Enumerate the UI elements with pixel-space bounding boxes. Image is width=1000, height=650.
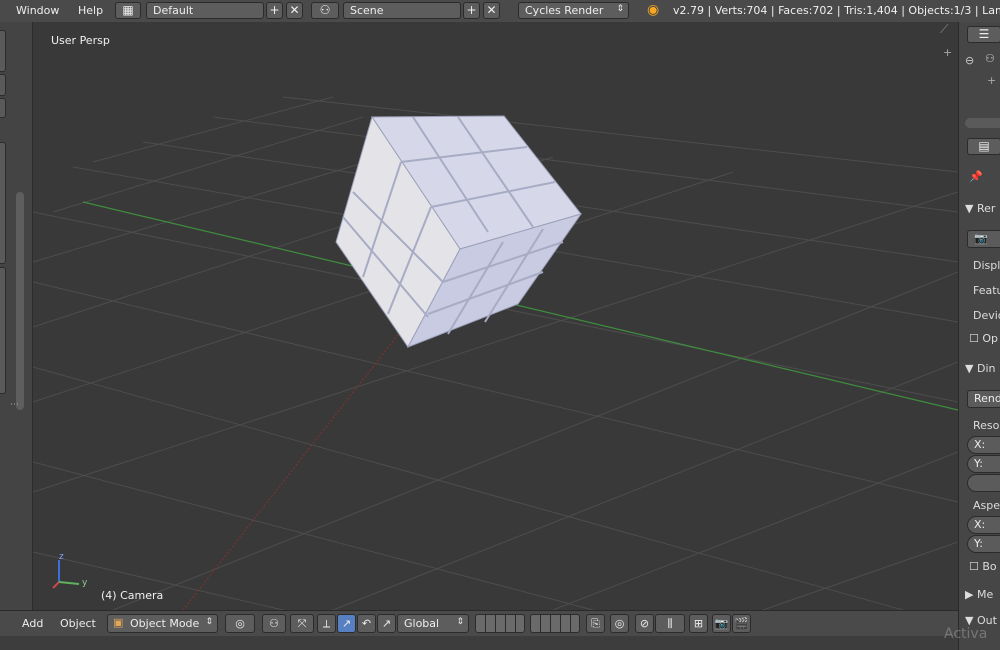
feature-set-label: Featu	[973, 284, 1000, 297]
area-split-corner-icon[interactable]: ⟋	[940, 22, 948, 37]
toggle-n-panel-icon[interactable]: +	[943, 46, 952, 59]
transform-orientation-select[interactable]: Global ⇕	[397, 614, 469, 633]
resolution-y-field[interactable]: Y:	[967, 455, 1000, 473]
cube-object[interactable]	[335, 115, 583, 348]
expand-icon[interactable]: +	[987, 74, 996, 87]
resolution-x-field[interactable]: X:	[967, 436, 1000, 454]
shelf-tab[interactable]	[0, 142, 6, 264]
scale-manipulator-icon[interactable]: ↶	[357, 614, 376, 633]
properties-panel: ☰ ⊖ ⚇ + ▤ 📌 ▼ Rer 📷 Displ Featu Devic ☐ …	[958, 22, 1000, 650]
snap-toggle-icon[interactable]: ⊘	[635, 614, 654, 633]
axis-gizmo	[52, 560, 80, 589]
open-shading-label: Op	[982, 332, 998, 345]
snap-target-icon[interactable]: ⊞	[689, 614, 708, 633]
activation-watermark: Activa	[944, 626, 988, 642]
section-dimensions[interactable]: ▼ Din	[965, 362, 995, 375]
outliner-scrollbar[interactable]	[965, 118, 1000, 128]
orientation-label: Global	[404, 617, 440, 630]
add-scene-icon[interactable]: +	[463, 2, 480, 19]
resize-handle-icon[interactable]: ⋯	[10, 400, 19, 410]
rotate-manipulator-icon[interactable]: ↗	[337, 614, 356, 633]
shelf-tab[interactable]	[0, 30, 6, 72]
viewport-shading-icon[interactable]: ◎	[225, 614, 255, 633]
collapse-icon[interactable]: ⊖	[965, 54, 974, 67]
section-render[interactable]: ▼ Rer	[965, 202, 995, 215]
close-icon[interactable]: ✕	[286, 2, 303, 19]
pivot-point-icon[interactable]: ⚇	[262, 614, 286, 633]
menu-object[interactable]: Object	[60, 617, 96, 630]
lock-camera-icon[interactable]: ⎘	[586, 614, 605, 633]
mode-label: Object Mode	[130, 617, 200, 630]
menu-add[interactable]: Add	[22, 617, 43, 630]
menu-help[interactable]: Help	[78, 4, 103, 17]
tool-shelf-scrollbar[interactable]	[16, 192, 24, 410]
outliner-editor-type-icon[interactable]: ☰	[967, 26, 1000, 43]
view-name-label: User Persp	[51, 34, 110, 47]
gizmo-y-label: y	[82, 578, 88, 588]
section-render-label: Rer	[976, 202, 996, 215]
aspect-x-field[interactable]: X:	[967, 516, 1000, 534]
screen-layout-icon[interactable]: ▦	[115, 2, 141, 19]
add-icon[interactable]: +	[266, 2, 283, 19]
scene-icon[interactable]: ⚇	[311, 2, 339, 19]
close-scene-icon[interactable]: ✕	[483, 2, 500, 19]
open-shading-checkbox[interactable]: ☐ Op	[969, 332, 998, 345]
shelf-tab[interactable]	[0, 267, 6, 394]
render-button[interactable]: 📷	[967, 230, 1000, 248]
active-object-label: (4) Camera	[101, 589, 164, 602]
gizmo-z-label: z	[59, 552, 64, 562]
render-engine-label: Cycles Render	[525, 4, 604, 17]
snap-element-icon[interactable]: ⫼	[655, 614, 685, 633]
section-metadata-label: Me	[976, 588, 994, 601]
shelf-tab[interactable]	[0, 98, 6, 118]
menu-window[interactable]: Window	[16, 4, 59, 17]
pin-icon[interactable]: 📌	[969, 170, 983, 183]
shelf-tab[interactable]	[0, 74, 6, 96]
aspect-y-field[interactable]: Y:	[967, 535, 1000, 553]
proportional-edit-icon[interactable]: ◎	[610, 614, 629, 633]
device-label: Devic	[973, 309, 1000, 322]
object-mode-icon: ▣	[113, 616, 124, 629]
border-label: Bo	[982, 560, 997, 573]
scene-tree-icon: ⚇	[985, 52, 995, 65]
resolution-label: Resol	[973, 419, 1000, 432]
resolution-x-label: X:	[974, 438, 986, 451]
screen-layout-field[interactable]: Default	[146, 2, 264, 19]
opengl-render-image-icon[interactable]: 📷	[712, 614, 731, 633]
resolution-percent-field[interactable]	[967, 474, 1000, 492]
aspect-x-label: X:	[974, 518, 986, 531]
properties-editor-type-icon[interactable]: ▤	[967, 138, 1000, 155]
viewport-scene	[33, 96, 958, 610]
3d-view-header: Add Object ▣ Object Mode ⇕ ◎ ⚇ ⤧ ⟂ ↗ ↶ ↗…	[0, 610, 958, 637]
dropdown-icon: ⇕	[456, 617, 464, 627]
resolution-y-label: Y:	[974, 457, 983, 470]
x-axis-line	[182, 321, 409, 610]
render-presets-button[interactable]: Rende	[967, 390, 1000, 408]
aspect-y-label: Y:	[974, 537, 983, 550]
blender-logo-icon: ◉	[647, 2, 660, 18]
timeline-strip	[0, 636, 958, 650]
border-checkbox[interactable]: ☐ Bo	[969, 560, 997, 573]
tool-shelf: ⋯	[0, 22, 33, 610]
scene-field[interactable]: Scene	[343, 2, 461, 19]
info-header: Window Help ▦ Default + ✕ ⚇ Scene + ✕ Cy…	[0, 0, 1000, 23]
aspect-label: Aspec	[973, 499, 1000, 512]
scene-layers-1[interactable]	[475, 614, 525, 633]
render-engine-select[interactable]: Cycles Render ⇕	[518, 2, 629, 19]
scene-layers-2[interactable]	[530, 614, 580, 633]
3d-viewport[interactable]: User Persp z y (4) Camera ⟋ +	[33, 22, 958, 610]
opengl-render-animation-icon[interactable]: 🎬	[732, 614, 751, 633]
mode-select[interactable]: ▣ Object Mode ⇕	[107, 614, 218, 633]
section-dimensions-label: Din	[976, 362, 996, 375]
manipulator-toggle-icon[interactable]: ⤧	[290, 614, 314, 633]
dropdown-icon: ⇕	[616, 4, 624, 14]
transform-icon[interactable]: ↗	[377, 614, 396, 633]
section-metadata[interactable]: ▶ Me	[965, 588, 993, 601]
translate-manipulator-icon[interactable]: ⟂	[317, 614, 336, 633]
dropdown-icon: ⇕	[205, 617, 213, 627]
scene-stats: v2.79 | Verts:704 | Faces:702 | Tris:1,4…	[673, 4, 1000, 17]
display-label: Displ	[973, 259, 1000, 272]
